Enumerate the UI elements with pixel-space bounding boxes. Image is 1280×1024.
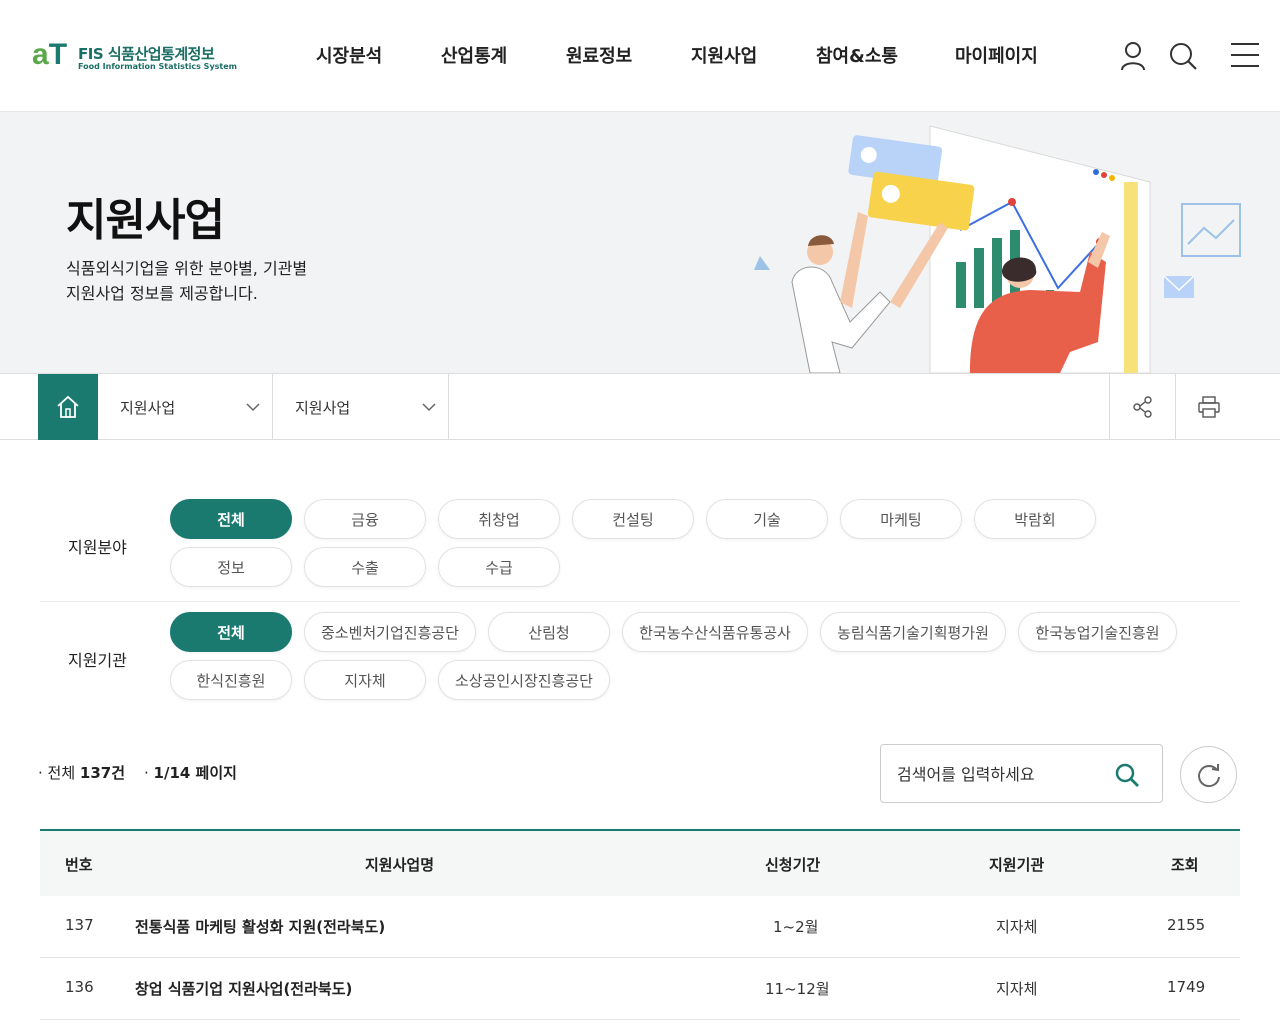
agency-chip-koat[interactable]: 한국농업기술진흥원 <box>1018 612 1177 652</box>
agency-chip-semas[interactable]: 소상공인시장진흥공단 <box>438 660 610 700</box>
row-views: 2155 <box>1167 916 1206 934</box>
page-banner: 지원사업 식품외식기업을 위한 분야별, 기관별 지원사업 정보를 제공합니다. <box>0 112 1280 373</box>
row-period: 11~12월 <box>765 980 830 998</box>
row-agency: 지자체 <box>996 918 1038 936</box>
field-chip-finance[interactable]: 금융 <box>304 499 426 539</box>
reset-button[interactable] <box>1180 746 1237 803</box>
field-chip-consulting[interactable]: 컨설팅 <box>572 499 694 539</box>
location-depth1-dropdown[interactable]: 지원사업 <box>98 374 273 440</box>
field-chip-export[interactable]: 수출 <box>304 547 426 587</box>
filter-divider <box>40 601 1240 602</box>
total-count-value: 137건 <box>79 764 126 782</box>
site-logo[interactable]: aT FIS 식품산업통계정보 Food Information Statist… <box>32 38 237 76</box>
field-chip-all[interactable]: 전체 <box>170 499 292 539</box>
table-row[interactable]: 137 전통식품 마케팅 활성화 지원(전라북도) 1~2월 지자체 2155 <box>40 896 1240 958</box>
nav-participation[interactable]: 참여&소통 <box>816 42 898 68</box>
logo-subtitle: Food Information Statistics System <box>78 62 238 71</box>
field-chip-info[interactable]: 정보 <box>170 547 292 587</box>
location-depth1-label: 지원사업 <box>120 399 176 417</box>
search-box <box>880 744 1163 803</box>
home-icon <box>57 395 79 418</box>
logo-name: FIS 식품산업통계정보 <box>78 45 215 63</box>
field-filter-label: 지원분야 <box>68 538 127 557</box>
nav-industry-stats[interactable]: 산업통계 <box>441 42 507 68</box>
refresh-icon <box>1197 763 1220 787</box>
nav-support-program[interactable]: 지원사업 <box>691 42 757 68</box>
row-agency: 지자체 <box>996 980 1038 998</box>
col-period: 신청기간 <box>765 856 821 874</box>
total-count-prefix: · 전체 <box>38 764 80 782</box>
col-views: 조회 <box>1171 856 1199 874</box>
page-info-prefix: · <box>144 764 154 782</box>
page-info: · 1/14 페이지 <box>144 762 237 783</box>
agency-chip-at[interactable]: 한국농수산식품유통공사 <box>622 612 808 652</box>
search-icon <box>1115 763 1139 787</box>
total-count: · 전체 137건 <box>38 762 125 783</box>
field-chip-startup[interactable]: 취창업 <box>438 499 560 539</box>
share-button[interactable] <box>1109 374 1175 440</box>
field-chip-marketing[interactable]: 마케팅 <box>840 499 962 539</box>
page-description-line1: 식품외식기업을 위한 분야별, 기관별 <box>66 259 308 278</box>
row-title[interactable]: 창업 식품기업 지원사업(전라북도) <box>135 978 352 999</box>
col-agency: 지원기관 <box>989 856 1045 874</box>
row-views: 1749 <box>1167 978 1206 996</box>
page-info-value: 1/14 페이지 <box>153 764 237 782</box>
agency-chip-local-gov[interactable]: 지자체 <box>304 660 426 700</box>
location-depth2-label: 지원사업 <box>295 399 351 417</box>
home-button[interactable] <box>38 374 98 440</box>
menu-icon[interactable] <box>1229 40 1261 72</box>
field-chip-expo[interactable]: 박람회 <box>974 499 1096 539</box>
field-chip-supply[interactable]: 수급 <box>438 547 560 587</box>
col-number: 번호 <box>65 856 93 874</box>
table-header: 번호 지원사업명 신청기간 지원기관 조회 <box>40 829 1240 896</box>
print-icon <box>1197 396 1220 418</box>
user-icon[interactable] <box>1117 40 1149 72</box>
page-description-line2: 지원사업 정보를 제공합니다. <box>66 284 258 303</box>
chevron-down-icon <box>422 403 436 412</box>
agency-chip-hansik[interactable]: 한식진흥원 <box>170 660 292 700</box>
site-header: aT FIS 식품산업통계정보 Food Information Statist… <box>0 0 1280 112</box>
col-program-name: 지원사업명 <box>365 856 435 874</box>
agency-chip-forest-service[interactable]: 산림청 <box>488 612 610 652</box>
agency-filter-label: 지원기관 <box>68 651 127 670</box>
search-submit-button[interactable] <box>1114 762 1140 788</box>
location-depth2-dropdown[interactable]: 지원사업 <box>273 374 449 440</box>
share-icon <box>1132 396 1152 418</box>
nav-market-analysis[interactable]: 시장분석 <box>316 42 382 68</box>
row-period: 1~2월 <box>773 918 819 936</box>
row-title[interactable]: 전통식품 마케팅 활성화 지원(전라북도) <box>135 916 385 937</box>
chevron-down-icon <box>246 403 260 412</box>
search-input[interactable] <box>897 759 1107 789</box>
row-number: 136 <box>65 978 94 996</box>
table-row[interactable]: 136 창업 식품기업 지원사업(전라북도) 11~12월 지자체 1749 <box>40 958 1240 1020</box>
row-number: 137 <box>65 916 94 934</box>
agency-chip-ipet[interactable]: 농림식품기술기획평가원 <box>820 612 1006 652</box>
at-logo-mark: aT <box>32 38 68 71</box>
page-title: 지원사업 <box>66 195 225 246</box>
nav-ingredient-info[interactable]: 원료정보 <box>566 42 632 68</box>
print-button[interactable] <box>1175 374 1241 440</box>
location-bar: 지원사업 지원사업 <box>0 373 1280 440</box>
agency-chip-sbc[interactable]: 중소벤처기업진흥공단 <box>304 612 476 652</box>
page-description: 식품외식기업을 위한 분야별, 기관별 지원사업 정보를 제공합니다. <box>66 256 307 306</box>
field-chip-technology[interactable]: 기술 <box>706 499 828 539</box>
agency-chip-all[interactable]: 전체 <box>170 612 292 652</box>
nav-mypage[interactable]: 마이페이지 <box>955 42 1038 68</box>
search-icon[interactable] <box>1167 40 1199 72</box>
banner-illustration <box>754 125 1241 373</box>
